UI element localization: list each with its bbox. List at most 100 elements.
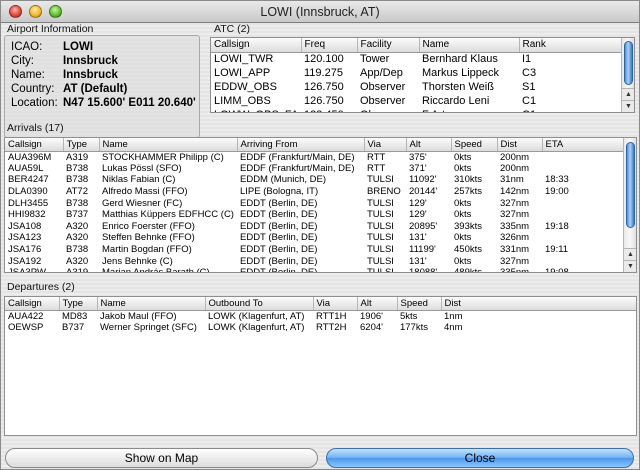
departure-column-header[interactable]: Type bbox=[59, 297, 98, 311]
arrival-cell bbox=[542, 232, 625, 244]
atc-column-header[interactable]: Facility bbox=[357, 38, 420, 53]
atc-cell: 123.450 bbox=[301, 108, 357, 112]
departure-column-header[interactable]: Speed bbox=[397, 297, 442, 311]
atc-row[interactable]: LOWI_APP 119.275 App/Dep Markus Lippeck C3 bbox=[211, 66, 623, 80]
airport-info-row: Name: Innsbruck bbox=[11, 69, 118, 81]
arrow-down-icon[interactable]: ▼ bbox=[622, 100, 634, 112]
atc-cell: C1 bbox=[522, 95, 537, 107]
departure-column-header[interactable]: Dist bbox=[441, 297, 636, 311]
arrival-cell: 11092' bbox=[409, 174, 437, 186]
arrival-row[interactable]: BER4247 B738 Niklas Fabian (C) EDDM (Munich… bbox=[5, 174, 625, 186]
arrival-cell: 131' bbox=[409, 232, 427, 244]
arrivals-table[interactable]: Callsign Type Name Arriving From Via Alt Speed… bbox=[4, 137, 637, 273]
airport-info-key: Name: bbox=[11, 69, 45, 81]
departures-section-title: Departures (2) bbox=[7, 281, 75, 293]
arrival-cell: 327nm bbox=[500, 255, 530, 267]
airport-info-key: Location: bbox=[11, 97, 58, 109]
title-bar[interactable]: LOWI (Innsbruck, AT) bbox=[1, 1, 639, 23]
arrival-row[interactable]: JSA123 A320 Steffen Behnke (FFO) EDDT (Berl… bbox=[5, 232, 625, 244]
arrival-row[interactable]: HHI9832 B737 Matthias Küppers EDFHCC (C) ED… bbox=[5, 209, 625, 221]
arrival-row[interactable]: DLH3455 B738 Gerd Wiesner (FC) EDDT (Berlin… bbox=[5, 197, 625, 209]
airport-info-row: Country: AT (Default) bbox=[11, 83, 127, 95]
arrival-column-header[interactable]: Speed bbox=[451, 138, 498, 152]
arrival-column-header[interactable]: Alt bbox=[406, 138, 452, 152]
arrival-cell: EDDT (Berlin, DE) bbox=[240, 209, 318, 221]
arrival-cell: TULSI bbox=[367, 232, 394, 244]
departure-row[interactable]: OEWSP B737 Werner Springet (SFC) LOWK (Klag… bbox=[5, 322, 636, 334]
departure-column-header[interactable]: Via bbox=[313, 297, 358, 311]
atc-column-header[interactable]: Name bbox=[419, 38, 520, 53]
arrival-row[interactable]: JSA192 A320 Jens Behnke (C) EDDT (Berlin, D… bbox=[5, 255, 625, 267]
arrivals-scroll-thumb[interactable] bbox=[626, 142, 635, 228]
atc-cell: Tower bbox=[360, 53, 390, 66]
airport-section-title: Airport Information bbox=[7, 23, 94, 35]
atc-row[interactable]: LOWI_TWR 120.100 Tower Bernhard Klaus I1 bbox=[211, 52, 623, 66]
atc-cell: C3 bbox=[522, 67, 537, 79]
atc-cell: Observer bbox=[357, 108, 419, 112]
arrivals-scrollbar[interactable]: ▲ ▼ bbox=[623, 138, 636, 272]
airport-info-value: Innsbruck bbox=[63, 55, 118, 67]
arrow-up-icon[interactable]: ▲ bbox=[622, 88, 634, 100]
arrival-column-header[interactable]: Callsign bbox=[5, 138, 64, 152]
departures-table[interactable]: Callsign Type Name Outbound To Via Alt Speed Di… bbox=[4, 296, 637, 436]
airport-info-row: Location: N47 15.600' E011 20.640' bbox=[11, 97, 196, 109]
atc-row[interactable]: LIMM_OBS 126.750 Observer Riccardo Leni C1 bbox=[211, 94, 623, 108]
arrival-row[interactable]: DLA0390 AT72 Alfredo Massi (FFO) LIPE (Bolo… bbox=[5, 186, 625, 198]
arrival-cell: 310kts bbox=[454, 174, 482, 186]
arrival-column-header[interactable]: Via bbox=[364, 138, 407, 152]
arrival-cell: LIPE (Bologna, IT) bbox=[240, 186, 319, 198]
arrival-column-header[interactable]: Dist bbox=[497, 138, 543, 152]
departure-column-header[interactable]: Alt bbox=[357, 297, 398, 311]
airport-info-key: ICAO: bbox=[11, 41, 43, 53]
close-icon[interactable] bbox=[9, 5, 22, 18]
atc-row[interactable]: LOWW_OBS_FA123.450ObserverF ArtnerC1 bbox=[211, 108, 623, 112]
atc-scroll-thumb[interactable] bbox=[624, 41, 633, 85]
airport-info-key: City: bbox=[11, 55, 34, 67]
arrival-cell: 450kts bbox=[454, 244, 482, 256]
departure-row[interactable]: AUA422 MD83 Jakob Maul (FFO) LOWK (Klagenfu… bbox=[5, 310, 636, 322]
departure-column-header[interactable]: Name bbox=[97, 297, 206, 311]
arrival-column-header[interactable]: ETA bbox=[542, 138, 626, 152]
atc-column-header[interactable]: Callsign bbox=[211, 38, 302, 53]
arrival-cell: 18088' bbox=[409, 267, 438, 273]
departure-cell: RTT2H bbox=[316, 321, 347, 333]
atc-cell: F Artner bbox=[419, 108, 519, 112]
atc-row[interactable]: EDDW_OBS 126.750 Observer Thorsten Weiß S1 bbox=[211, 80, 623, 94]
arrival-cell: EDDF (Frankfurt/Main, DE) bbox=[240, 162, 355, 174]
arrival-cell: Martin Bogdan (FFO) bbox=[102, 244, 192, 256]
departure-cell: 6204' bbox=[360, 321, 383, 333]
atc-table[interactable]: Callsign Freq Facility Name Rank LOWI_TWR 120.… bbox=[210, 37, 635, 113]
zoom-icon[interactable] bbox=[49, 5, 62, 18]
arrival-column-header[interactable]: Type bbox=[63, 138, 100, 152]
atc-cell: Observer bbox=[360, 95, 406, 107]
arrival-column-header[interactable]: Arriving From bbox=[237, 138, 365, 152]
arrival-cell: EDDT (Berlin, DE) bbox=[240, 255, 318, 267]
arrival-row[interactable]: AUA396M A319 STOCKHAMMER Philipp (C) EDDF (… bbox=[5, 151, 625, 163]
departure-cell: Werner Springet (SFC) bbox=[100, 321, 197, 333]
arrow-up-icon[interactable]: ▲ bbox=[624, 248, 636, 260]
departure-cell: MD83 bbox=[62, 310, 88, 322]
arrival-cell: A320 bbox=[66, 232, 89, 244]
arrival-row[interactable]: JSA3PW A319 Marian András Barath (C) EDDT (… bbox=[5, 267, 625, 273]
arrival-cell: 327nm bbox=[500, 197, 530, 209]
minimize-icon[interactable] bbox=[29, 5, 42, 18]
arrival-cell: B738 bbox=[66, 174, 89, 186]
close-button[interactable]: Close bbox=[326, 448, 634, 468]
arrival-cell: BER4247 bbox=[8, 174, 49, 186]
atc-column-header[interactable]: Rank bbox=[519, 38, 624, 53]
atc-column-header[interactable]: Freq bbox=[301, 38, 358, 53]
arrival-row[interactable]: JSA176 B738 Martin Bogdan (FFO) EDDT (Berli… bbox=[5, 244, 625, 256]
departure-column-header[interactable]: Outbound To bbox=[205, 297, 314, 311]
arrival-cell: 326nm bbox=[500, 232, 530, 244]
atc-cell: C1 bbox=[519, 108, 623, 112]
departure-column-header[interactable]: Callsign bbox=[5, 297, 60, 311]
arrival-header-row: Callsign Type Name Arriving From Via Alt Speed… bbox=[5, 138, 626, 152]
show-on-map-button[interactable]: Show on Map bbox=[5, 448, 318, 468]
arrival-column-header[interactable]: Name bbox=[99, 138, 238, 152]
arrow-down-icon[interactable]: ▼ bbox=[624, 260, 636, 272]
atc-scrollbar[interactable]: ▲ ▼ bbox=[621, 38, 634, 112]
arrival-row[interactable]: AUA59L B738 Lukas Pössl (SFO) EDDF (Frankfu… bbox=[5, 163, 625, 175]
atc-cell: LOWI_TWR bbox=[214, 53, 274, 66]
arrival-row[interactable]: JSA108 A320 Enrico Foerster (FFO) EDDT (Ber… bbox=[5, 221, 625, 233]
arrival-cell: 20895' bbox=[409, 220, 438, 232]
